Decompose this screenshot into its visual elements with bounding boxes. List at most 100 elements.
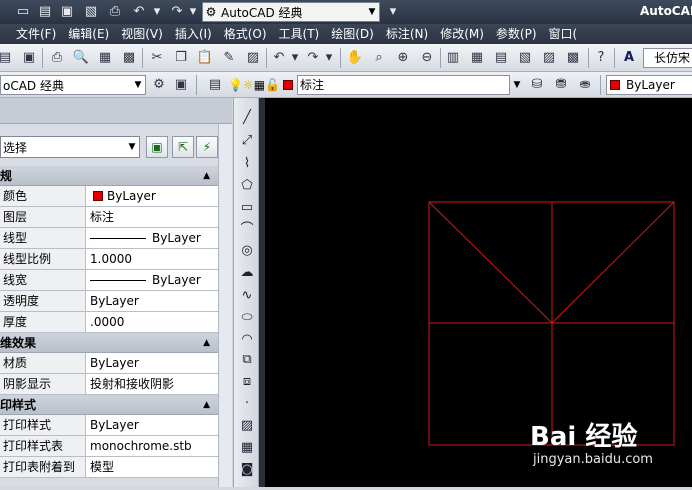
undo-dropdown-icon[interactable]: ▾ (148, 3, 166, 21)
ellipse-icon[interactable]: ⬭ (237, 308, 257, 328)
property-row-shadow-display[interactable]: 阴影显示 投射和接收阴影 (0, 374, 218, 395)
layer-properties-icon[interactable]: ▤ (206, 76, 224, 94)
cut-icon[interactable]: ✂ (148, 49, 166, 67)
gradient-icon[interactable]: ▦ (237, 438, 257, 458)
menu-parametric[interactable]: 参数(P) (490, 24, 543, 44)
toggle-pickadd-button[interactable]: ▣ (146, 136, 168, 158)
property-value[interactable]: ByLayer (86, 228, 218, 248)
construction-line-icon[interactable]: ⤢ (237, 131, 257, 151)
property-value[interactable]: 模型 (86, 457, 218, 477)
calculator-icon[interactable]: ▩ (564, 49, 582, 67)
section-plot-style[interactable]: 印样式 ▲ (0, 395, 218, 415)
layer-previous-icon[interactable]: ⛃ (552, 76, 570, 94)
make-block-icon[interactable]: ⧈ (237, 372, 257, 392)
property-row-lineweight[interactable]: 线宽 ByLayer (0, 270, 218, 291)
properties-icon[interactable]: ▥ (444, 49, 462, 67)
property-row-plot-style[interactable]: 打印样式 ByLayer (0, 415, 218, 436)
workspace-settings-icon[interactable]: ⚙ (150, 76, 168, 94)
property-value[interactable]: ByLayer (86, 291, 218, 311)
print-icon[interactable]: ⎙ (48, 49, 66, 67)
menu-format[interactable]: 格式(O) (218, 24, 273, 44)
arc-icon[interactable]: ⌒ (237, 220, 257, 240)
palette-scrollbar[interactable] (218, 124, 232, 487)
polygon-icon[interactable]: ⬠ (237, 176, 257, 196)
open-icon[interactable]: ▤ (0, 49, 14, 67)
save-as-icon[interactable]: ▧ (82, 3, 100, 21)
property-row-layer[interactable]: 图层 标注 (0, 207, 218, 228)
menu-file[interactable]: 文件(F) (10, 24, 62, 44)
menu-draw[interactable]: 绘图(D) (325, 24, 380, 44)
hatch-icon[interactable]: ▨ (237, 416, 257, 436)
property-value[interactable]: ByLayer (86, 353, 218, 373)
property-row-plot-table-attached[interactable]: 打印表附着到 模型 (0, 457, 218, 478)
quick-select-button[interactable]: ⚡ (196, 136, 218, 158)
property-row-linetype-scale[interactable]: 线型比例 1.0000 (0, 249, 218, 270)
pan-icon[interactable]: ✋ (346, 49, 364, 67)
zoom-window-icon[interactable]: ⊕ (394, 49, 412, 67)
copy-icon[interactable]: ❐ (172, 49, 190, 67)
layer-combo[interactable]: 💡 ☼ ▦ 🔓 标注 ▼ (228, 75, 524, 95)
tool-palettes-icon[interactable]: ▤ (492, 49, 510, 67)
property-value[interactable]: ByLayer (86, 415, 218, 435)
zoom-previous-icon[interactable]: ⊖ (418, 49, 436, 67)
menu-view[interactable]: 视图(V) (115, 24, 169, 44)
menu-modify[interactable]: 修改(M) (434, 24, 490, 44)
markup-icon[interactable]: ▨ (540, 49, 558, 67)
3d-print-icon[interactable]: ▩ (120, 49, 138, 67)
property-row-transparency[interactable]: 透明度 ByLayer (0, 291, 218, 312)
property-row-plot-style-table[interactable]: 打印样式表 monochrome.stb (0, 436, 218, 457)
make-current-layer-icon[interactable]: ⛁ (528, 76, 546, 94)
polyline-icon[interactable]: ⌇ (237, 154, 257, 174)
workspace-select[interactable]: ⚙ AutoCAD 经典 ▼ (202, 2, 380, 22)
workspace-save-icon[interactable]: ▣ (172, 76, 190, 94)
ellipse-arc-icon[interactable]: ◠ (237, 330, 257, 350)
undo-icon[interactable]: ↶ (130, 3, 148, 21)
match-properties-icon[interactable]: ✎ (220, 49, 238, 67)
drawing-diagonal-left[interactable] (428, 201, 553, 324)
quick-access-dropdown-icon[interactable]: ▾ (384, 3, 402, 21)
menu-tools[interactable]: 工具(T) (273, 24, 326, 44)
line-icon[interactable]: ╱ (237, 108, 257, 128)
workspace-combo[interactable]: oCAD 经典 ▼ (0, 75, 146, 95)
redo-dropdown-icon[interactable]: ▾ (184, 3, 202, 21)
property-value[interactable]: monochrome.stb (86, 436, 218, 456)
new-file-icon[interactable]: ▭ (14, 3, 32, 21)
property-value[interactable]: 1.0000 (86, 249, 218, 269)
property-row-material[interactable]: 材质 ByLayer (0, 353, 218, 374)
design-center-icon[interactable]: ▦ (468, 49, 486, 67)
property-row-thickness[interactable]: 厚度 .0000 (0, 312, 218, 333)
select-objects-button[interactable]: ⇱ (172, 136, 194, 158)
zoom-realtime-icon[interactable]: ⌕ (370, 49, 388, 67)
save-icon[interactable]: ▣ (20, 49, 38, 67)
point-icon[interactable]: · (237, 394, 257, 414)
open-folder-icon[interactable]: ▤ (36, 3, 54, 21)
block-editor-icon[interactable]: ▨ (244, 49, 262, 67)
circle-icon[interactable]: ◎ (237, 241, 257, 261)
rectangle-icon[interactable]: ▭ (237, 198, 257, 218)
property-value[interactable]: .0000 (86, 312, 218, 332)
property-row-color[interactable]: 颜色 ByLayer (0, 186, 218, 207)
redo-dropdown-icon[interactable]: ▾ (320, 49, 338, 67)
section-general[interactable]: 规 ▲ (0, 166, 218, 186)
print-preview-icon[interactable]: 🔍 (72, 49, 90, 67)
revision-cloud-icon[interactable]: ☁ (237, 263, 257, 283)
help-icon[interactable]: ? (592, 49, 610, 67)
property-value[interactable]: 投射和接收阴影 (86, 374, 218, 394)
property-row-linetype[interactable]: 线型 ByLayer (0, 228, 218, 249)
publish-icon[interactable]: ▦ (96, 49, 114, 67)
property-value[interactable]: ByLayer (86, 270, 218, 290)
undo-dropdown-icon[interactable]: ▾ (286, 49, 304, 67)
print-icon[interactable]: ⎙ (106, 3, 124, 21)
menu-edit[interactable]: 编辑(E) (62, 24, 115, 44)
spline-icon[interactable]: ∿ (237, 286, 257, 306)
insert-block-icon[interactable]: ⧉ (237, 350, 257, 370)
menu-dimension[interactable]: 标注(N) (380, 24, 434, 44)
property-value[interactable]: 标注 (86, 207, 218, 227)
color-combo[interactable]: ByLayer (606, 75, 692, 95)
drawing-diagonal-right[interactable] (551, 201, 675, 324)
layer-states-icon[interactable]: ⛂ (576, 76, 594, 94)
menu-insert[interactable]: 插入(I) (169, 24, 218, 44)
text-style-select[interactable]: 长仿宋 (643, 48, 692, 68)
property-value[interactable]: ByLayer (86, 186, 218, 206)
save-icon[interactable]: ▣ (58, 3, 76, 21)
